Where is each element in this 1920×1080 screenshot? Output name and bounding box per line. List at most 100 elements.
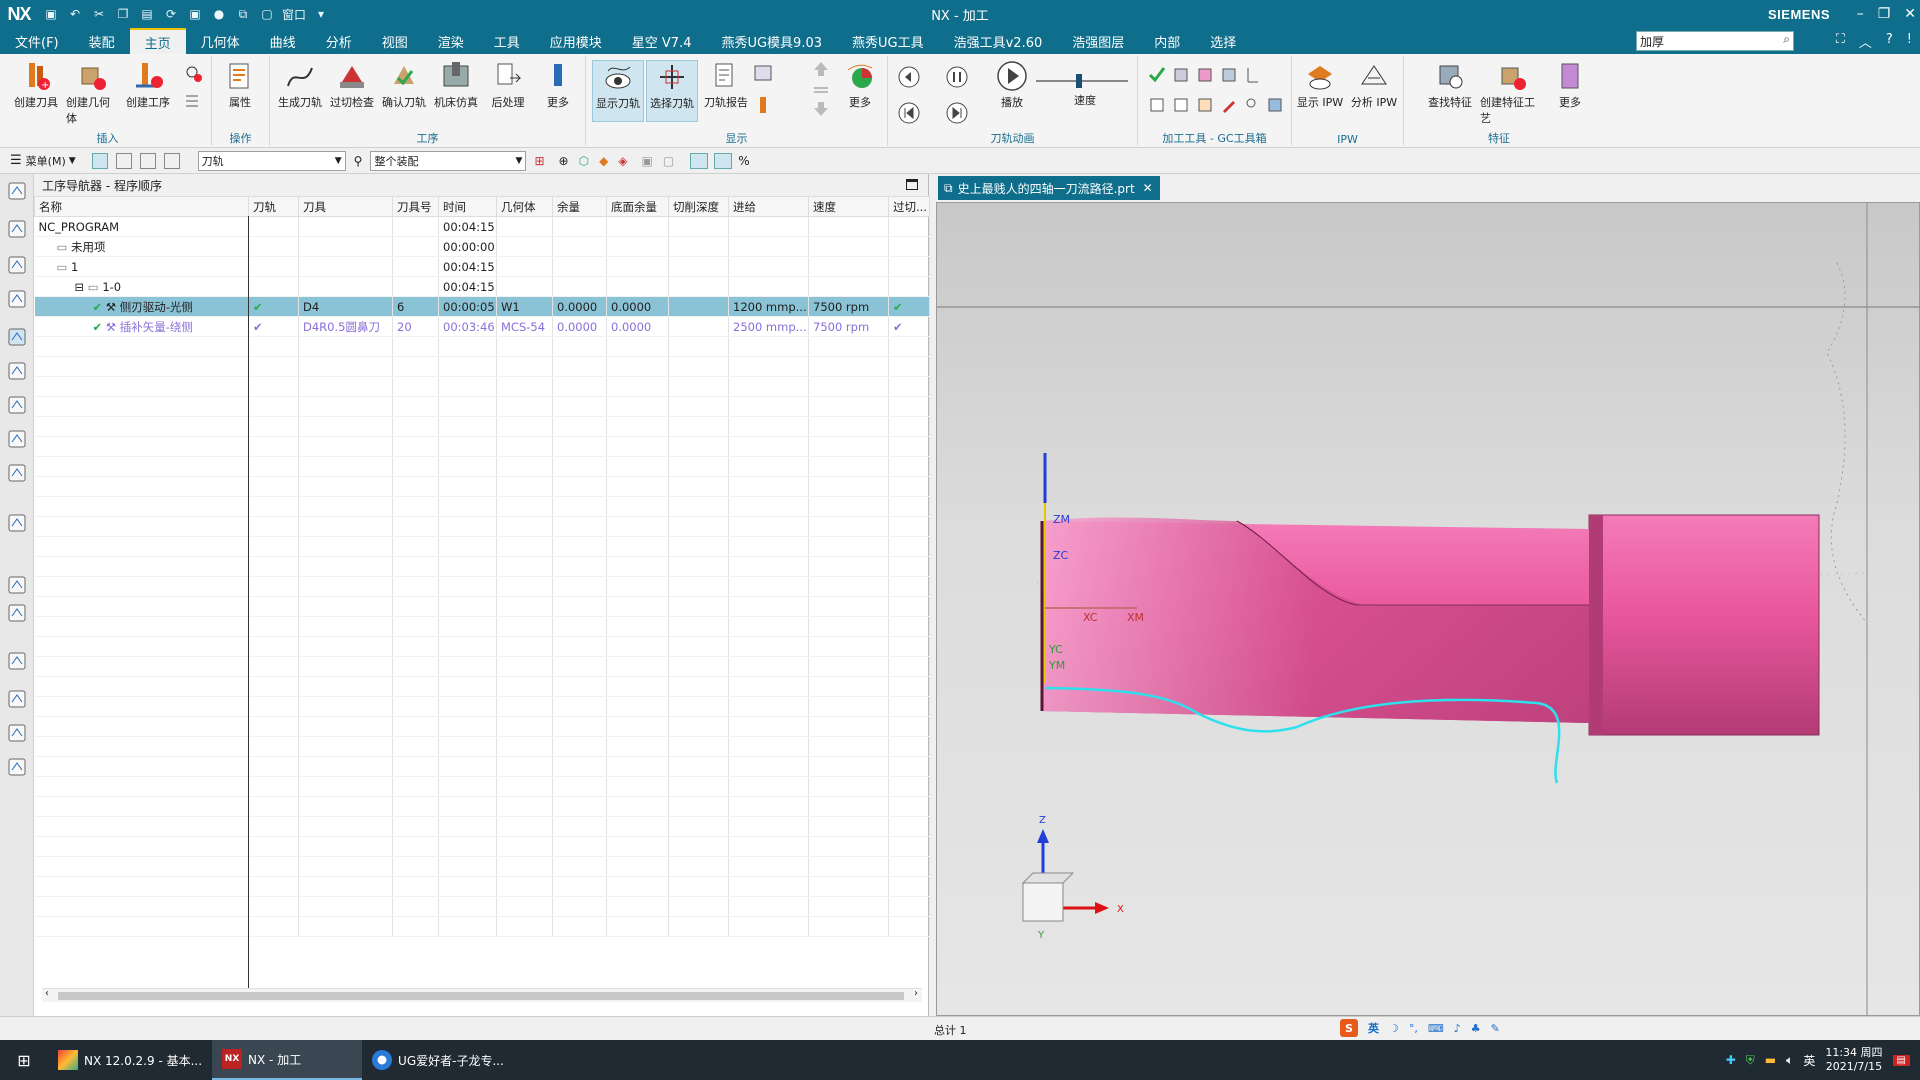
column-header-3[interactable]: 刀具号 — [392, 196, 439, 217]
column-header-2[interactable]: 刀具 — [298, 196, 393, 217]
fullscreen-icon[interactable]: ⛶ — [1836, 32, 1845, 51]
process-studio-icon[interactable] — [6, 722, 28, 744]
menu-item-6[interactable]: 视图 — [367, 28, 423, 54]
table-row[interactable]: ▭ 未用项 00:00:00 — [34, 236, 930, 257]
table-row[interactable]: ▭ 1 00:04:15 — [34, 256, 930, 277]
menu-item-4[interactable]: 曲线 — [255, 28, 311, 54]
scope-select[interactable]: 整个装配 ▼ — [370, 150, 527, 171]
tool-display-icon[interactable] — [754, 96, 772, 114]
rewind-icon[interactable] — [898, 102, 920, 124]
operation-name-cell[interactable]: ⊟ ▭ 1-0 — [34, 276, 249, 297]
create-geometry-button[interactable]: 创建几何体 — [66, 60, 118, 125]
select-toolpath-button[interactable]: 选择刀轨 — [646, 60, 698, 122]
properties-button[interactable]: 属性 — [214, 60, 266, 122]
type-filter-select[interactable]: 刀轨 ▼ — [197, 150, 346, 171]
menu-item-11[interactable]: 燕秀UG模具9.03 — [706, 28, 837, 54]
restore-icon[interactable]: ❐ — [1878, 6, 1891, 22]
show-ipw-button[interactable]: 显示 IPW — [1294, 60, 1346, 122]
cut-icon[interactable]: ✂ — [90, 5, 108, 23]
maximize-icon[interactable] — [906, 179, 918, 190]
reuse-library-icon[interactable] — [6, 428, 28, 450]
table-row[interactable]: ✔ ⚒ 插补矢量-绕侧 ✔ D4R0.5圆鼻刀 20 00:03:46 MCS-54 0.0… — [34, 316, 930, 337]
copy-icon[interactable]: ❐ — [114, 5, 132, 23]
percent-icon[interactable]: % — [738, 154, 749, 168]
keyboard-icon[interactable]: ⌨ — [1428, 1022, 1444, 1035]
gc-copy-icon[interactable] — [1220, 66, 1238, 84]
speed-slider[interactable] — [1036, 74, 1128, 88]
help-icon[interactable]: ? — [1886, 32, 1893, 51]
fast-forward-icon[interactable] — [946, 102, 968, 124]
process-more-button[interactable]: 更多 — [532, 60, 584, 122]
horizontal-scrollbar[interactable]: ‹ › — [42, 988, 922, 1002]
create-operation-button[interactable]: 创建工序 — [122, 60, 174, 122]
volume-icon[interactable]: 🔈︎ — [1786, 1053, 1793, 1068]
graphics-window[interactable]: ZM ZC XC XM YC YM Z X Y — [936, 202, 1920, 1017]
system-materials-icon[interactable] — [6, 650, 28, 672]
cube-outline-icon[interactable]: ▢ — [663, 154, 674, 168]
mcs-icon[interactable] — [690, 152, 709, 169]
column-header-4[interactable]: 时间 — [438, 196, 497, 217]
menu-item-10[interactable]: 星空 V7.4 — [617, 28, 707, 54]
menu-icon[interactable]: ☰ — [10, 153, 22, 168]
show-toolpath-button[interactable]: 显示刀轨 — [592, 60, 644, 122]
table-row[interactable]: ✔ ⚒ 侧刃驱动-光侧 ✔ D4 6 00:00:05 W1 0.0000 0.0000 120… — [34, 296, 930, 317]
tray-language[interactable]: 英 — [1803, 1052, 1815, 1069]
create-tool-button[interactable]: + 创建刀具 — [10, 60, 62, 122]
point-icon[interactable]: ⊕ — [559, 154, 569, 168]
gc-rename-icon[interactable] — [1244, 96, 1262, 114]
cube-icon[interactable]: ▣ — [642, 154, 653, 168]
operation-name-cell[interactable]: ▭ 未用项 — [34, 236, 249, 257]
constraint-navigator-icon[interactable] — [6, 254, 28, 276]
menu-item-9[interactable]: 应用模块 — [535, 28, 617, 54]
gc-edit-icon[interactable] — [1220, 96, 1238, 114]
close-icon[interactable]: ✕ — [1904, 6, 1916, 22]
menu-item-1[interactable]: 装配 — [74, 28, 130, 54]
tools-icon[interactable]: ✎ — [1491, 1022, 1500, 1035]
column-header-1[interactable]: 刀轨 — [248, 196, 299, 217]
column-header-8[interactable]: 切削深度 — [668, 196, 729, 217]
check-icon[interactable] — [1148, 66, 1166, 84]
part-navigator-icon[interactable] — [6, 288, 28, 310]
column-header-5[interactable]: 几何体 — [496, 196, 553, 217]
layer-icon[interactable] — [812, 80, 830, 98]
program-order-view-icon[interactable] — [91, 152, 108, 169]
switch-window-icon[interactable]: ⧉ — [234, 5, 252, 23]
voice-icon[interactable]: ♪ — [1454, 1022, 1461, 1035]
nx-logo[interactable]: NX — [0, 0, 38, 28]
column-header-7[interactable]: 底面余量 — [606, 196, 669, 217]
save-icon[interactable]: ▣ — [42, 5, 60, 23]
tray-shield-icon[interactable]: ⛨ — [1746, 1053, 1755, 1068]
tools-icon[interactable] — [6, 688, 28, 710]
play-button[interactable]: 播放 — [986, 60, 1038, 122]
history-icon[interactable] — [6, 574, 28, 596]
undo-icon[interactable]: ↶ — [66, 5, 84, 23]
mic-icon[interactable]: ● — [210, 5, 228, 23]
column-header-6[interactable]: 余量 — [552, 196, 607, 217]
menu-item-0[interactable]: 文件(F) — [0, 28, 74, 54]
punctuation-icon[interactable]: °, — [1409, 1022, 1418, 1035]
gc-sheet-icon[interactable] — [1196, 96, 1214, 114]
method-view-icon[interactable] — [163, 152, 180, 169]
feature-more-button[interactable]: 更多 — [1544, 60, 1596, 122]
machine-navigator-icon[interactable] — [6, 360, 28, 382]
menu-item-12[interactable]: 燕秀UG工具 — [837, 28, 939, 54]
assembly-navigator-icon[interactable] — [6, 218, 28, 240]
menu-item-15[interactable]: 内部 — [1139, 28, 1195, 54]
operation-navigator-icon[interactable] — [6, 326, 28, 348]
create-feature-process-button[interactable]: 创建特征工艺 — [1480, 60, 1544, 125]
filter-icon[interactable]: ⚲ — [354, 154, 363, 168]
repeat-icon[interactable]: ⟳ — [162, 5, 180, 23]
menu-item-7[interactable]: 渲染 — [423, 28, 479, 54]
create-program-icon[interactable] — [184, 92, 202, 110]
gc-export-icon[interactable] — [1266, 96, 1284, 114]
machine-simulation-button[interactable]: 机床仿真 — [430, 60, 482, 122]
taskbar-item-nx-machining[interactable]: NX NX - 加工 — [212, 1040, 363, 1080]
column-header-9[interactable]: 进给 — [728, 196, 809, 217]
palette-icon[interactable] — [6, 756, 28, 778]
step-back-icon[interactable] — [898, 66, 920, 88]
eye-icon[interactable] — [714, 152, 733, 169]
taskbar-item-nx-basic[interactable]: NX 12.0.2.9 - 基本... — [48, 1040, 212, 1080]
alert-icon[interactable]: ! — [1907, 32, 1912, 51]
view-triad[interactable]: Z X Y — [1021, 815, 1124, 941]
table-row[interactable]: ⊟ ▭ 1-0 00:04:15 — [34, 276, 930, 297]
